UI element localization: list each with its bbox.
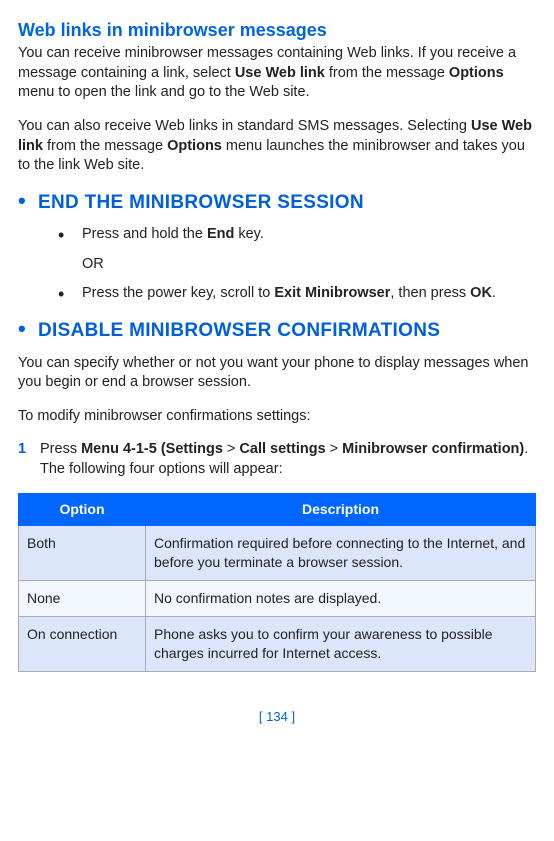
para-web-links-1: You can receive minibrowser messages con… (18, 44, 536, 103)
options-table: Option Description Both Confirmation req… (18, 493, 536, 671)
cell-description: No confirmation notes are displayed. (146, 581, 536, 617)
para-disable-2: To modify minibrowser confirmations sett… (18, 407, 536, 427)
step-1: 1 Press Menu 4-1-5 (Settings > Call sett… (18, 440, 536, 479)
end-session-list: Press and hold the End key. (18, 225, 536, 245)
text: Press the power key, scroll to (82, 285, 274, 301)
text: Press and hold the (82, 226, 207, 242)
text: key. (234, 226, 264, 242)
cell-option: None (19, 581, 146, 617)
text-bold: Options (167, 138, 222, 154)
text: > (223, 441, 240, 457)
table-row: Both Confirmation required before connec… (19, 526, 536, 581)
page-number: [ 134 ] (18, 708, 536, 726)
col-header-description: Description (146, 494, 536, 526)
cell-description: Phone asks you to confirm your awareness… (146, 617, 536, 672)
text-bold: Menu 4-1-5 (Settings (81, 441, 223, 457)
text: > (326, 441, 343, 457)
text-bold: Exit Minibrowser (274, 285, 390, 301)
text-bold: Options (449, 65, 504, 81)
text: Press (40, 441, 81, 457)
heading-end-session: •END THE MINIBROWSER SESSION (18, 190, 536, 216)
list-item: Press and hold the End key. (58, 225, 536, 245)
heading-disable-confirmations: •DISABLE MINIBROWSER CONFIRMATIONS (18, 318, 536, 344)
bullet-icon: • (18, 318, 38, 340)
table-row: On connection Phone asks you to confirm … (19, 617, 536, 672)
heading-text: DISABLE MINIBROWSER CONFIRMATIONS (38, 320, 440, 341)
cell-description: Confirmation required before connecting … (146, 526, 536, 581)
cell-option: On connection (19, 617, 146, 672)
para-web-links-2: You can also receive Web links in standa… (18, 117, 536, 176)
heading-web-links: Web links in minibrowser messages (18, 18, 536, 42)
table-row: None No confirmation notes are displayed… (19, 581, 536, 617)
list-item: Press the power key, scroll to Exit Mini… (58, 284, 536, 304)
bullet-icon: • (18, 190, 38, 212)
table-header-row: Option Description (19, 494, 536, 526)
col-header-option: Option (19, 494, 146, 526)
text: , then press (390, 285, 470, 301)
cell-option: Both (19, 526, 146, 581)
end-session-list-2: Press the power key, scroll to Exit Mini… (18, 284, 536, 304)
text: from the message (325, 65, 449, 81)
step-number: 1 (18, 440, 26, 460)
text-bold: OK (470, 285, 492, 301)
text-bold: Call settings (239, 441, 325, 457)
text: . (492, 285, 496, 301)
text: from the message (43, 138, 167, 154)
or-text: OR (18, 255, 536, 275)
heading-text: END THE MINIBROWSER SESSION (38, 192, 364, 213)
text: menu to open the link and go to the Web … (18, 84, 310, 100)
text-bold: End (207, 226, 234, 242)
text: You can also receive Web links in standa… (18, 118, 471, 134)
text-bold: Use Web link (235, 65, 325, 81)
text-bold: Minibrowser confirmation) (342, 441, 524, 457)
para-disable-1: You can specify whether or not you want … (18, 354, 536, 393)
